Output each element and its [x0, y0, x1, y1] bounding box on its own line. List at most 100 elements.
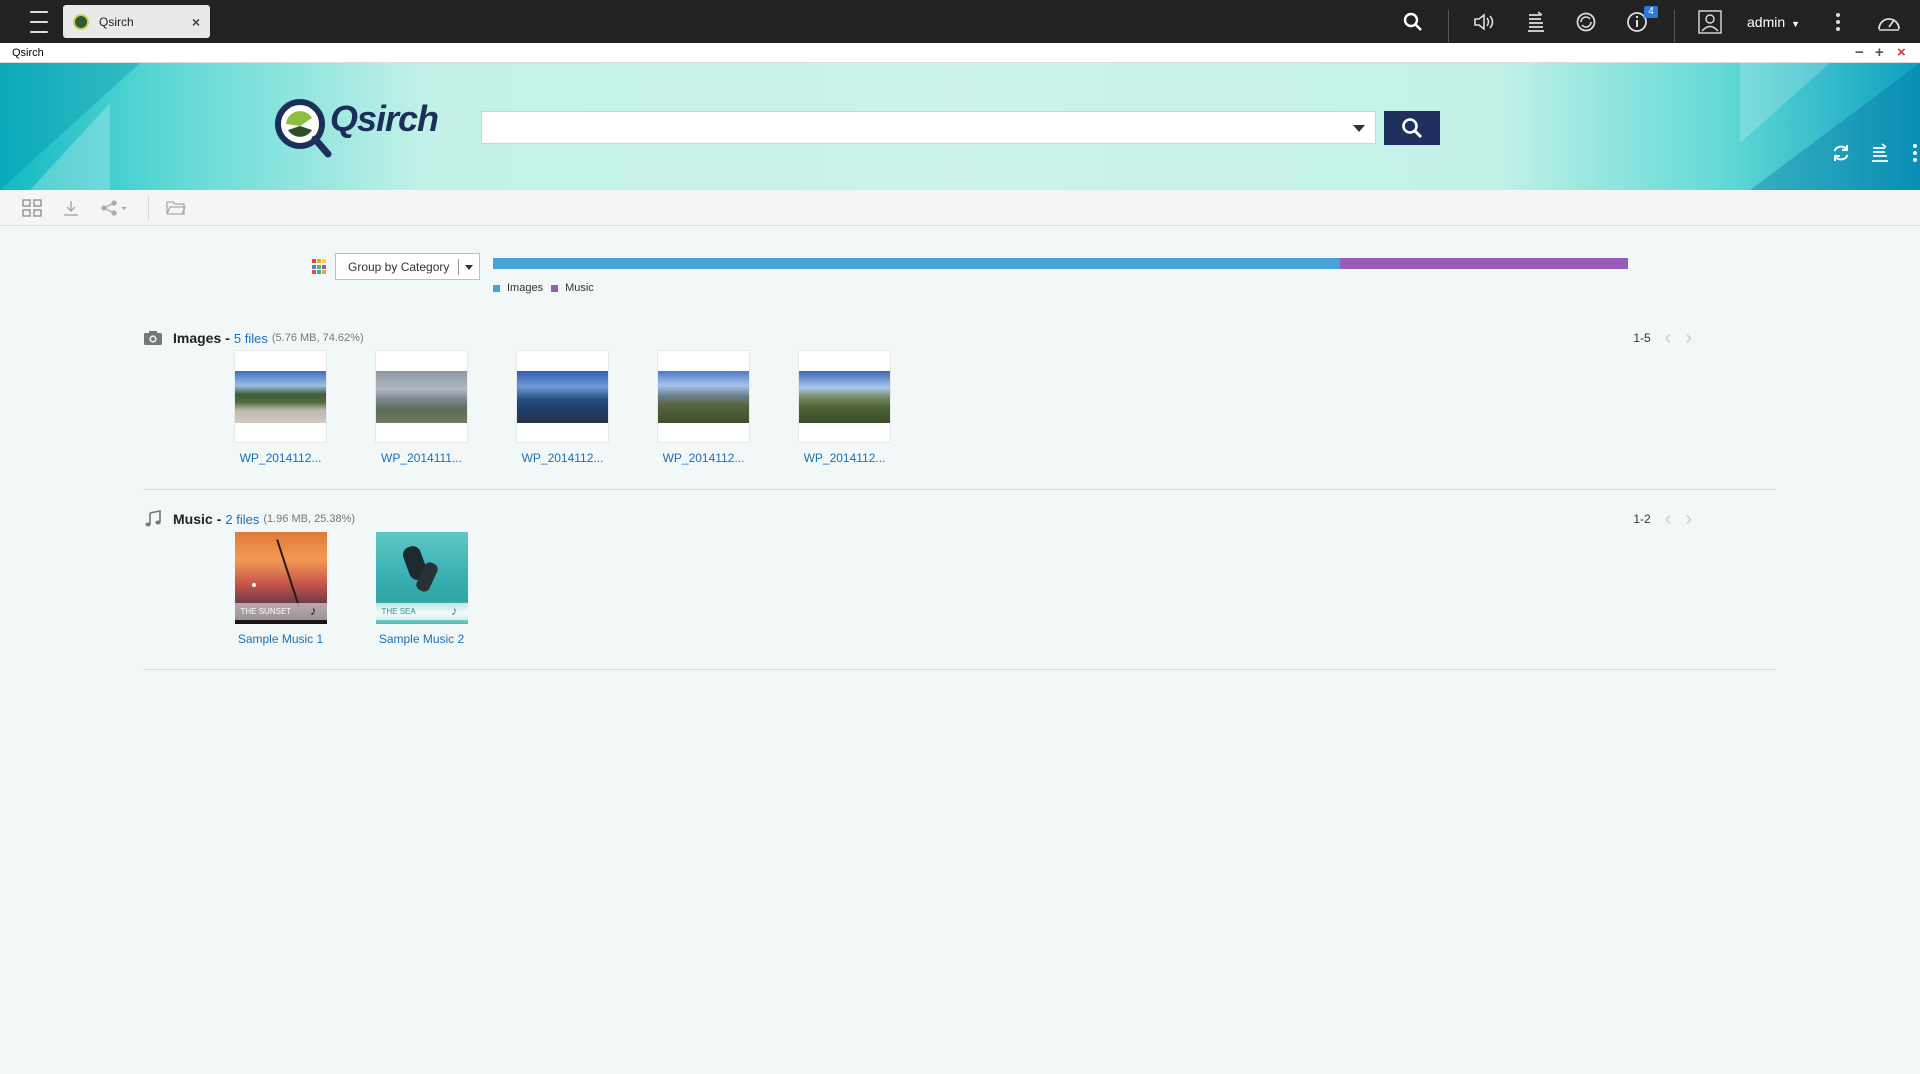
legend-item-images: Images: [493, 282, 543, 294]
share-icon[interactable]: [100, 198, 130, 218]
music-note-icon: [143, 510, 163, 528]
search-input[interactable]: [482, 112, 1348, 142]
list-item[interactable]: THE SEA ♪ Sample Music 2: [351, 531, 492, 646]
music-note-icon: ♪: [310, 602, 317, 618]
file-name[interactable]: WP_2014112...: [804, 451, 886, 465]
images-file-count[interactable]: 5 files: [234, 331, 268, 346]
file-name[interactable]: WP_2014112...: [240, 451, 322, 465]
open-folder-icon[interactable]: [166, 198, 186, 218]
group-by-select[interactable]: Group by Category: [335, 253, 480, 280]
close-icon[interactable]: ×: [192, 14, 200, 30]
image-thumbnail[interactable]: [234, 350, 327, 443]
topbar-divider: [1448, 10, 1449, 42]
images-grid: WP_2014112... WP_2014111... WP_2014112..…: [210, 350, 915, 465]
music-pager: 1-2 ‹ ›: [1633, 509, 1692, 529]
distribution-segment-images[interactable]: [493, 258, 1340, 269]
qsirch-tab-icon: [73, 13, 89, 30]
list-item[interactable]: WP_2014112...: [492, 350, 633, 465]
chevron-right-icon[interactable]: ›: [1685, 509, 1692, 529]
music-file-count[interactable]: 2 files: [225, 512, 259, 527]
chevron-down-icon: ▼: [1791, 19, 1801, 29]
file-name[interactable]: WP_2014111...: [381, 451, 462, 465]
section-divider: [143, 489, 1776, 490]
menu-icon[interactable]: [18, 9, 60, 35]
list-item[interactable]: WP_2014112...: [210, 350, 351, 465]
music-section-header: Music - 2 files (1.96 MB, 25.38%): [143, 509, 355, 529]
window-title: Qsirch: [12, 47, 44, 59]
search-options-dropdown[interactable]: [1353, 125, 1365, 132]
category-grid-icon: [312, 259, 328, 275]
search-bar: [481, 111, 1376, 144]
image-thumbnail[interactable]: [516, 350, 609, 443]
file-name[interactable]: WP_2014112...: [663, 451, 745, 465]
music-category-name: Music: [173, 511, 213, 527]
user-menu[interactable]: admin ▼: [1747, 14, 1800, 30]
logo-text: Qsirch: [330, 98, 439, 139]
volume-icon[interactable]: [1472, 9, 1498, 35]
chevron-right-icon[interactable]: ›: [1685, 328, 1692, 348]
notification-badge: 4: [1644, 6, 1658, 18]
camera-icon: [143, 329, 163, 347]
close-window-icon[interactable]: ×: [1897, 44, 1906, 62]
refresh-icon[interactable]: [1828, 140, 1854, 166]
chevron-down-icon: [465, 265, 473, 270]
stack-icon[interactable]: [1867, 140, 1893, 166]
download-icon[interactable]: [62, 198, 80, 218]
distribution-legend: Images Music: [493, 282, 602, 294]
system-topbar: Qsirch × 4 admin ▼: [0, 0, 1920, 43]
more-vertical-icon[interactable]: [1902, 140, 1920, 166]
minimize-icon[interactable]: −: [1855, 44, 1864, 62]
legend-swatch: [551, 284, 559, 292]
category-distribution-bar: [493, 258, 1628, 269]
app-tab-qsirch[interactable]: Qsirch ×: [63, 5, 210, 38]
legend-swatch: [493, 284, 500, 292]
list-item[interactable]: WP_2014112...: [633, 350, 774, 465]
window-titlebar: Qsirch − + ×: [0, 43, 1920, 63]
album-cover[interactable]: THE SUNSET ♪: [234, 531, 327, 624]
tab-title: Qsirch: [99, 14, 134, 29]
user-icon[interactable]: [1697, 9, 1723, 35]
image-thumbnail[interactable]: [375, 350, 468, 443]
more-vertical-icon[interactable]: [1825, 9, 1851, 35]
legend-label: Music: [565, 282, 594, 294]
file-name[interactable]: Sample Music 1: [238, 632, 323, 646]
search-icon: [1402, 118, 1423, 139]
file-name[interactable]: Sample Music 2: [379, 632, 464, 646]
images-pager: 1-5 ‹ ›: [1633, 328, 1692, 348]
list-item[interactable]: THE SUNSET ♪ Sample Music 1: [210, 531, 351, 646]
file-name[interactable]: WP_2014112...: [522, 451, 604, 465]
music-grid: THE SUNSET ♪ Sample Music 1 THE SEA ♪ Sa…: [210, 531, 492, 646]
images-meta: (5.76 MB, 74.62%): [271, 332, 364, 344]
topbar-divider: [1674, 10, 1675, 42]
distribution-segment-music[interactable]: [1339, 258, 1628, 269]
image-thumbnail[interactable]: [657, 350, 750, 443]
toolbar: [0, 190, 1920, 226]
info-icon[interactable]: 4: [1624, 6, 1658, 35]
user-name: admin: [1747, 14, 1786, 30]
music-range: 1-2: [1633, 512, 1651, 526]
chevron-left-icon[interactable]: ‹: [1665, 509, 1672, 529]
list-item[interactable]: WP_2014112...: [774, 350, 915, 465]
chevron-left-icon[interactable]: ‹: [1665, 328, 1672, 348]
list-item[interactable]: WP_2014111...: [351, 350, 492, 465]
image-thumbnail[interactable]: [798, 350, 891, 443]
legend-label: Images: [507, 282, 544, 294]
group-by-label: Group by Category: [348, 259, 450, 274]
stack-icon[interactable]: [1523, 9, 1549, 35]
images-category-name: Images: [173, 330, 222, 346]
select-all-icon[interactable]: [22, 198, 42, 218]
section-divider: [143, 669, 1776, 670]
images-section-header: Images - 5 files (5.76 MB, 74.62%): [143, 328, 364, 348]
qsirch-logo-icon: [272, 96, 336, 160]
dashboard-gauge-icon[interactable]: [1876, 9, 1902, 35]
maximize-icon[interactable]: +: [1875, 44, 1884, 62]
toolbar-divider: [148, 196, 149, 220]
sync-icon[interactable]: [1573, 9, 1599, 35]
images-range: 1-5: [1633, 331, 1651, 345]
music-note-icon: ♪: [451, 602, 458, 618]
album-cover[interactable]: THE SEA ♪: [375, 531, 468, 624]
search-icon[interactable]: [1400, 9, 1426, 35]
music-meta: (1.96 MB, 25.38%): [263, 513, 356, 525]
legend-item-music: Music: [551, 282, 594, 294]
search-button[interactable]: [1384, 111, 1440, 145]
